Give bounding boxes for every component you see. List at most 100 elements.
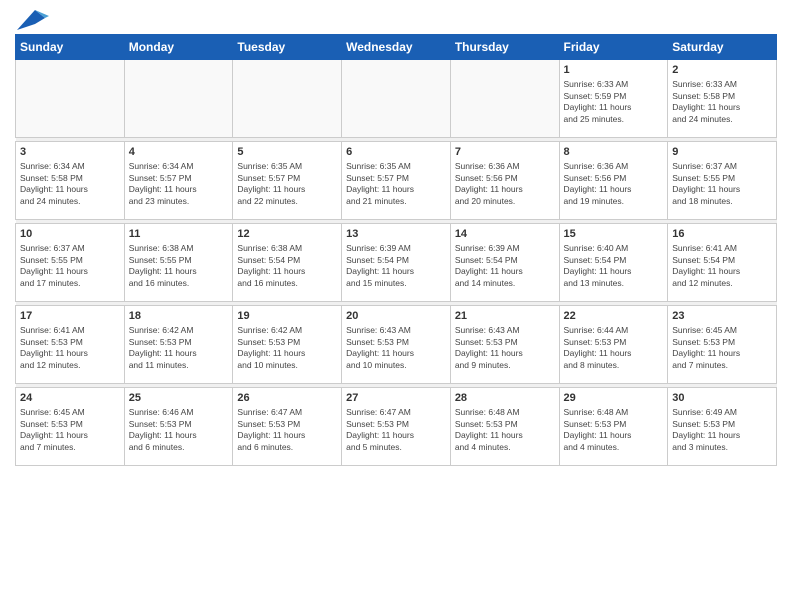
day-info: Sunrise: 6:36 AMSunset: 5:56 PMDaylight:… xyxy=(455,161,555,207)
day-number: 15 xyxy=(564,227,664,241)
day-cell: 13Sunrise: 6:39 AMSunset: 5:54 PMDayligh… xyxy=(342,224,451,302)
day-cell: 20 Sunrise: 6:43 AMSunset: 5:53 PMDayligh… xyxy=(342,306,451,384)
day-cell: 7 Sunrise: 6:36 AMSunset: 5:56 PMDaylight… xyxy=(450,142,559,220)
day-info: Sunrise: 6:38 AMSunset: 5:54 PMDaylight:… xyxy=(237,243,337,289)
weekday-header-row: SundayMondayTuesdayWednesdayThursdayFrid… xyxy=(16,35,777,60)
day-cell: 12 Sunrise: 6:38 AMSunset: 5:54 PMDayligh… xyxy=(233,224,342,302)
day-number: 27 xyxy=(346,391,446,405)
day-cell xyxy=(450,60,559,138)
day-cell: 24 Sunrise: 6:45 AMSunset: 5:53 PMDayligh… xyxy=(16,388,125,466)
day-cell: 15 Sunrise: 6:40 AMSunset: 5:54 PMDayligh… xyxy=(559,224,668,302)
day-number: 30 xyxy=(672,391,772,405)
logo xyxy=(15,10,49,26)
day-number: 29 xyxy=(564,391,664,405)
weekday-header-wednesday: Wednesday xyxy=(342,35,451,60)
calendar: SundayMondayTuesdayWednesdayThursdayFrid… xyxy=(15,34,777,466)
day-number: 3 xyxy=(20,145,120,159)
day-info: Sunrise: 6:45 AMSunset: 5:53 PMDaylight:… xyxy=(20,407,120,453)
day-number: 14 xyxy=(455,227,555,241)
day-cell: 28 Sunrise: 6:48 AMSunset: 5:53 PMDayligh… xyxy=(450,388,559,466)
week-row-5: 24 Sunrise: 6:45 AMSunset: 5:53 PMDayligh… xyxy=(16,388,777,466)
day-number: 9 xyxy=(672,145,772,159)
weekday-header-monday: Monday xyxy=(124,35,233,60)
day-cell xyxy=(342,60,451,138)
day-info: Sunrise: 6:43 AMSunset: 5:53 PMDaylight:… xyxy=(346,325,446,371)
day-info: Sunrise: 6:34 AMSunset: 5:58 PMDaylight:… xyxy=(20,161,120,207)
day-info: Sunrise: 6:48 AMSunset: 5:53 PMDaylight:… xyxy=(455,407,555,453)
day-info: Sunrise: 6:43 AMSunset: 5:53 PMDaylight:… xyxy=(455,325,555,371)
day-cell: 2Sunrise: 6:33 AMSunset: 5:58 PMDaylight… xyxy=(668,60,777,138)
day-number: 16 xyxy=(672,227,772,241)
day-cell: 16Sunrise: 6:41 AMSunset: 5:54 PMDayligh… xyxy=(668,224,777,302)
day-number: 4 xyxy=(129,145,229,159)
day-info: Sunrise: 6:48 AMSunset: 5:53 PMDaylight:… xyxy=(564,407,664,453)
day-cell: 8 Sunrise: 6:36 AMSunset: 5:56 PMDaylight… xyxy=(559,142,668,220)
weekday-header-friday: Friday xyxy=(559,35,668,60)
day-cell xyxy=(124,60,233,138)
day-info: Sunrise: 6:44 AMSunset: 5:53 PMDaylight:… xyxy=(564,325,664,371)
day-number: 24 xyxy=(20,391,120,405)
day-cell: 6 Sunrise: 6:35 AMSunset: 5:57 PMDaylight… xyxy=(342,142,451,220)
day-cell: 18Sunrise: 6:42 AMSunset: 5:53 PMDayligh… xyxy=(124,306,233,384)
day-number: 18 xyxy=(129,309,229,323)
day-cell: 9 Sunrise: 6:37 AMSunset: 5:55 PMDaylight… xyxy=(668,142,777,220)
day-info: Sunrise: 6:34 AMSunset: 5:57 PMDaylight:… xyxy=(129,161,229,207)
day-cell xyxy=(16,60,125,138)
day-info: Sunrise: 6:33 AMSunset: 5:58 PMDaylight:… xyxy=(672,79,772,125)
day-number: 20 xyxy=(346,309,446,323)
day-cell: 17Sunrise: 6:41 AMSunset: 5:53 PMDayligh… xyxy=(16,306,125,384)
day-info: Sunrise: 6:37 AMSunset: 5:55 PMDaylight:… xyxy=(672,161,772,207)
day-info: Sunrise: 6:36 AMSunset: 5:56 PMDaylight:… xyxy=(564,161,664,207)
day-info: Sunrise: 6:49 AMSunset: 5:53 PMDaylight:… xyxy=(672,407,772,453)
day-cell: 4 Sunrise: 6:34 AMSunset: 5:57 PMDaylight… xyxy=(124,142,233,220)
day-number: 8 xyxy=(564,145,664,159)
day-cell: 30 Sunrise: 6:49 AMSunset: 5:53 PMDayligh… xyxy=(668,388,777,466)
day-info: Sunrise: 6:33 AMSunset: 5:59 PMDaylight:… xyxy=(564,79,664,125)
day-number: 23 xyxy=(672,309,772,323)
day-cell: 25 Sunrise: 6:46 AMSunset: 5:53 PMDayligh… xyxy=(124,388,233,466)
day-number: 17 xyxy=(20,309,120,323)
page: SundayMondayTuesdayWednesdayThursdayFrid… xyxy=(0,0,792,612)
day-cell: 3 Sunrise: 6:34 AMSunset: 5:58 PMDaylight… xyxy=(16,142,125,220)
day-cell: 10 Sunrise: 6:37 AMSunset: 5:55 PMDayligh… xyxy=(16,224,125,302)
day-info: Sunrise: 6:37 AMSunset: 5:55 PMDaylight:… xyxy=(20,243,120,289)
day-number: 12 xyxy=(237,227,337,241)
day-cell: 22 Sunrise: 6:44 AMSunset: 5:53 PMDayligh… xyxy=(559,306,668,384)
day-number: 25 xyxy=(129,391,229,405)
weekday-header-saturday: Saturday xyxy=(668,35,777,60)
day-cell: 26 Sunrise: 6:47 AMSunset: 5:53 PMDayligh… xyxy=(233,388,342,466)
day-info: Sunrise: 6:47 AMSunset: 5:53 PMDaylight:… xyxy=(237,407,337,453)
weekday-header-thursday: Thursday xyxy=(450,35,559,60)
day-number: 6 xyxy=(346,145,446,159)
day-info: Sunrise: 6:38 AMSunset: 5:55 PMDaylight:… xyxy=(129,243,229,289)
day-cell: 21 Sunrise: 6:43 AMSunset: 5:53 PMDayligh… xyxy=(450,306,559,384)
day-info: Sunrise: 6:42 AMSunset: 5:53 PMDaylight:… xyxy=(237,325,337,371)
day-cell: 5 Sunrise: 6:35 AMSunset: 5:57 PMDaylight… xyxy=(233,142,342,220)
day-info: Sunrise: 6:45 AMSunset: 5:53 PMDaylight:… xyxy=(672,325,772,371)
day-info: Sunrise: 6:39 AMSunset: 5:54 PMDaylight:… xyxy=(455,243,555,289)
day-number: 22 xyxy=(564,309,664,323)
day-cell xyxy=(233,60,342,138)
day-cell: 29 Sunrise: 6:48 AMSunset: 5:53 PMDayligh… xyxy=(559,388,668,466)
header xyxy=(15,10,777,26)
day-number: 13 xyxy=(346,227,446,241)
day-number: 11 xyxy=(129,227,229,241)
day-info: Sunrise: 6:35 AMSunset: 5:57 PMDaylight:… xyxy=(346,161,446,207)
day-info: Sunrise: 6:46 AMSunset: 5:53 PMDaylight:… xyxy=(129,407,229,453)
day-number: 26 xyxy=(237,391,337,405)
day-number: 5 xyxy=(237,145,337,159)
day-cell: 19Sunrise: 6:42 AMSunset: 5:53 PMDayligh… xyxy=(233,306,342,384)
day-number: 21 xyxy=(455,309,555,323)
week-row-4: 17Sunrise: 6:41 AMSunset: 5:53 PMDayligh… xyxy=(16,306,777,384)
day-number: 28 xyxy=(455,391,555,405)
day-number: 7 xyxy=(455,145,555,159)
day-info: Sunrise: 6:40 AMSunset: 5:54 PMDaylight:… xyxy=(564,243,664,289)
day-number: 1 xyxy=(564,63,664,77)
day-cell: 27 Sunrise: 6:47 AMSunset: 5:53 PMDayligh… xyxy=(342,388,451,466)
day-info: Sunrise: 6:47 AMSunset: 5:53 PMDaylight:… xyxy=(346,407,446,453)
day-cell: 1 Sunrise: 6:33 AMSunset: 5:59 PMDaylight… xyxy=(559,60,668,138)
day-info: Sunrise: 6:35 AMSunset: 5:57 PMDaylight:… xyxy=(237,161,337,207)
week-row-3: 10 Sunrise: 6:37 AMSunset: 5:55 PMDayligh… xyxy=(16,224,777,302)
weekday-header-sunday: Sunday xyxy=(16,35,125,60)
day-number: 10 xyxy=(20,227,120,241)
